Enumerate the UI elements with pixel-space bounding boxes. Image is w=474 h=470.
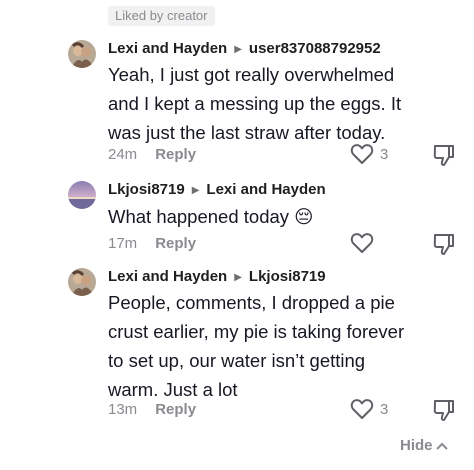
heart-icon: [350, 233, 374, 253]
comment-time: 17m: [108, 235, 138, 252]
dislike-button[interactable]: [432, 143, 456, 172]
comment-text-line: People, comments, I dropped a pie: [108, 292, 395, 313]
comment-header: Lexi and Hayden ▶ Lkjosi8719: [108, 268, 326, 287]
comment-text-line: crust earlier, my pie is taking forever: [108, 321, 405, 342]
author-name[interactable]: Lexi and Hayden: [108, 40, 227, 57]
reply-arrow-icon: ▶: [234, 44, 242, 55]
hide-replies-button[interactable]: Hide: [400, 437, 449, 454]
like-count: 3: [380, 145, 389, 163]
comment-text: Yeah, I just got really overwhelmed and …: [108, 60, 428, 147]
chevron-up-icon: [435, 442, 448, 450]
thumbs-down-icon: [433, 234, 454, 255]
reply-to-name[interactable]: Lkjosi8719: [249, 268, 326, 285]
reply-arrow-icon: ▶: [234, 272, 242, 283]
dislike-button[interactable]: [432, 398, 456, 427]
comment-time: 13m: [108, 401, 138, 418]
comment-text: What happened today 😔: [108, 202, 428, 231]
comment-meta: 24m Reply: [108, 146, 196, 164]
avatar-photo-icon[interactable]: [68, 268, 96, 296]
reply-to-name[interactable]: Lexi and Hayden: [206, 181, 325, 198]
comment-time: 24m: [108, 146, 138, 163]
reply-button[interactable]: Reply: [155, 235, 196, 252]
comment-header: Lexi and Hayden ▶ user837088792952: [108, 40, 381, 59]
comment-text-line: Yeah, I just got really overwhelmed: [108, 64, 395, 85]
reply-button[interactable]: Reply: [155, 401, 196, 418]
like-count: 3: [380, 400, 389, 418]
comment-text-line: to set up, our water isn’t getting: [108, 350, 366, 371]
comment-text-line: and I kept a messing up the eggs. It: [108, 93, 402, 114]
comment-text: People, comments, I dropped a pie crust …: [108, 288, 428, 404]
comment-meta: 17m Reply: [108, 235, 196, 253]
heart-icon: [350, 144, 374, 164]
reply-button[interactable]: Reply: [155, 146, 196, 163]
reply-to-name[interactable]: user837088792952: [249, 40, 381, 57]
avatar-sunset-icon[interactable]: [68, 181, 96, 209]
dislike-button[interactable]: [432, 232, 456, 261]
reply-arrow-icon: ▶: [191, 185, 200, 196]
hide-label: Hide: [400, 437, 433, 454]
thumbs-down-icon: [433, 400, 454, 421]
like-button[interactable]: 3: [350, 398, 388, 420]
heart-icon: [350, 399, 374, 419]
like-button[interactable]: 3: [350, 143, 388, 165]
author-name[interactable]: Lkjosi8719: [108, 181, 185, 198]
thumbs-down-icon: [433, 145, 454, 166]
avatar-photo-icon[interactable]: [68, 40, 96, 68]
author-name[interactable]: Lexi and Hayden: [108, 268, 227, 285]
liked-by-creator-badge: Liked by creator: [108, 6, 215, 26]
comment-meta: 13m Reply: [108, 401, 196, 419]
comment-header: Lkjosi8719 ▶ Lexi and Hayden: [108, 181, 326, 200]
like-button[interactable]: [350, 232, 380, 254]
comment-text-line: What happened today 😔: [108, 206, 314, 227]
